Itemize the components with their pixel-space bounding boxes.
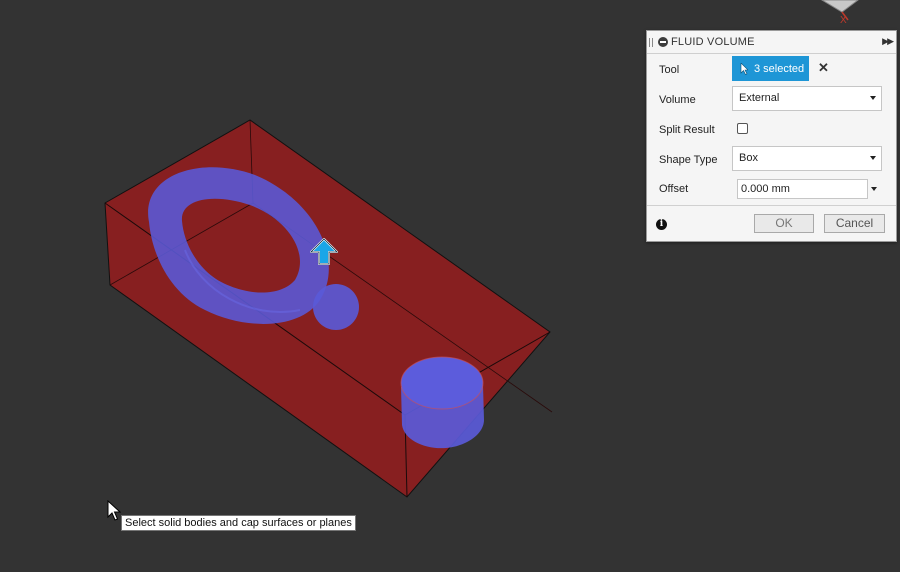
shape-type-value: Box (739, 152, 758, 164)
footer-divider (647, 205, 896, 206)
volume-value: External (739, 92, 780, 104)
volume-label: Volume (659, 94, 696, 106)
tool-label: Tool (659, 64, 680, 76)
dialog-header[interactable]: FLUID VOLUME ▶▶ (647, 31, 896, 54)
selection-tooltip: Select solid bodies and cap surfaces or … (121, 515, 356, 531)
offset-value: 0.000 mm (741, 183, 790, 195)
collapse-icon[interactable] (658, 37, 668, 47)
chevron-down-icon (870, 96, 876, 100)
sphere-body[interactable] (313, 284, 359, 330)
viewcube-axis-label: X (840, 15, 847, 26)
clear-selection-icon[interactable]: ✕ (818, 60, 829, 76)
split-result-label: Split Result (659, 124, 715, 136)
shape-type-dropdown[interactable]: Box (732, 146, 882, 171)
tool-selection-count: 3 selected (754, 62, 805, 75)
cylinder-body[interactable] (400, 356, 484, 449)
shape-type-label: Shape Type (659, 154, 718, 166)
chevron-down-icon (870, 156, 876, 160)
viewcube[interactable]: X (821, 0, 859, 26)
volume-dropdown[interactable]: External (732, 86, 882, 111)
cursor-arrow-icon (740, 62, 748, 75)
cancel-button[interactable]: Cancel (824, 214, 885, 233)
fluid-volume-dialog: FLUID VOLUME ▶▶ Tool 3 selected ✕ Volume… (646, 30, 897, 242)
mouse-pointer-icon (107, 500, 121, 521)
offset-input[interactable]: 0.000 mm (737, 179, 868, 199)
dialog-title: FLUID VOLUME (671, 36, 755, 48)
drag-grip-icon[interactable] (649, 38, 653, 47)
expand-icon[interactable]: ▶▶ (882, 36, 894, 47)
split-result-checkbox[interactable] (737, 123, 748, 134)
tool-selection-button[interactable]: 3 selected (732, 56, 809, 81)
ok-button[interactable]: OK (754, 214, 814, 233)
offset-label: Offset (659, 183, 689, 195)
info-icon[interactable]: i (656, 219, 667, 230)
offset-menu-chevron-icon[interactable] (871, 187, 877, 191)
